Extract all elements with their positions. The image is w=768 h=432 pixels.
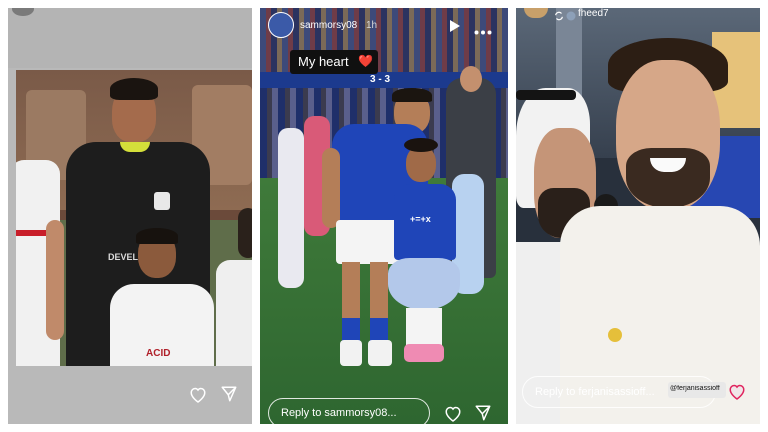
player-sock-left (342, 318, 360, 342)
story-panel-2: 3 - 3 +=+x My heart ❤️ sammorsy08 1h Rep… (260, 8, 508, 424)
caption-emoji: ❤️ (358, 54, 373, 68)
girl-tutu (388, 258, 460, 310)
more-icon[interactable] (474, 22, 492, 40)
girl-legs (406, 308, 442, 348)
mention-tag-text: @ferjanisassioff (670, 385, 720, 392)
girl-shoes (404, 344, 444, 362)
story-photo-2: 3 - 3 +=+x My heart ❤️ (260, 8, 508, 424)
avatar[interactable] (566, 8, 576, 26)
bg-person-left-1 (278, 128, 304, 288)
ghutra-band (516, 90, 576, 100)
bg-man-staff-head (460, 66, 482, 92)
avatar[interactable] (268, 12, 294, 38)
keeper-jersey-sponsor: DEVEL (108, 252, 139, 262)
player-boot-left (340, 340, 362, 366)
caption-text: My heart (298, 54, 349, 69)
story-panel-1: DEVEL ACID (8, 8, 252, 424)
child-hair (136, 228, 178, 244)
username[interactable]: fheed7 (578, 8, 609, 19)
player-right-kit (216, 260, 252, 366)
shirt-emblem (608, 328, 622, 342)
player-left-stripe (16, 230, 50, 236)
story-panel-3: fheed7 Reply to ferjanisassioff... @ferj… (516, 8, 760, 424)
girl-shirt-sponsor: +=+x (410, 214, 431, 224)
player-right-head (238, 208, 252, 258)
story-footer-bar (8, 368, 252, 424)
heart-icon[interactable] (444, 405, 462, 424)
child-shirt-sponsor: ACID (146, 348, 171, 359)
story-photo-1: DEVEL ACID (16, 70, 252, 366)
keeper-crest (154, 192, 170, 210)
player-boot-right (368, 340, 392, 366)
player-hair (392, 88, 432, 102)
man-right-beard (626, 148, 710, 208)
heart-icon[interactable] (728, 383, 746, 405)
time-ago: 1h (366, 20, 378, 31)
player-sock-right (370, 318, 388, 342)
led-banner-score: 3 - 3 (370, 74, 391, 85)
heart-icon[interactable] (189, 386, 207, 408)
repost-icon (554, 8, 564, 26)
player-arm (322, 148, 340, 228)
send-icon[interactable] (220, 385, 238, 408)
player-left-arm (46, 220, 64, 340)
girl-hair (404, 138, 438, 152)
story-photo-3 (516, 8, 760, 424)
play-icon[interactable] (450, 19, 460, 37)
story-header-bar (8, 8, 252, 68)
username[interactable]: sammorsy08 (300, 20, 357, 31)
send-icon[interactable] (474, 404, 492, 424)
reply-input[interactable]: Reply to sammorsy08... (268, 398, 430, 424)
keeper-hair (110, 78, 158, 100)
